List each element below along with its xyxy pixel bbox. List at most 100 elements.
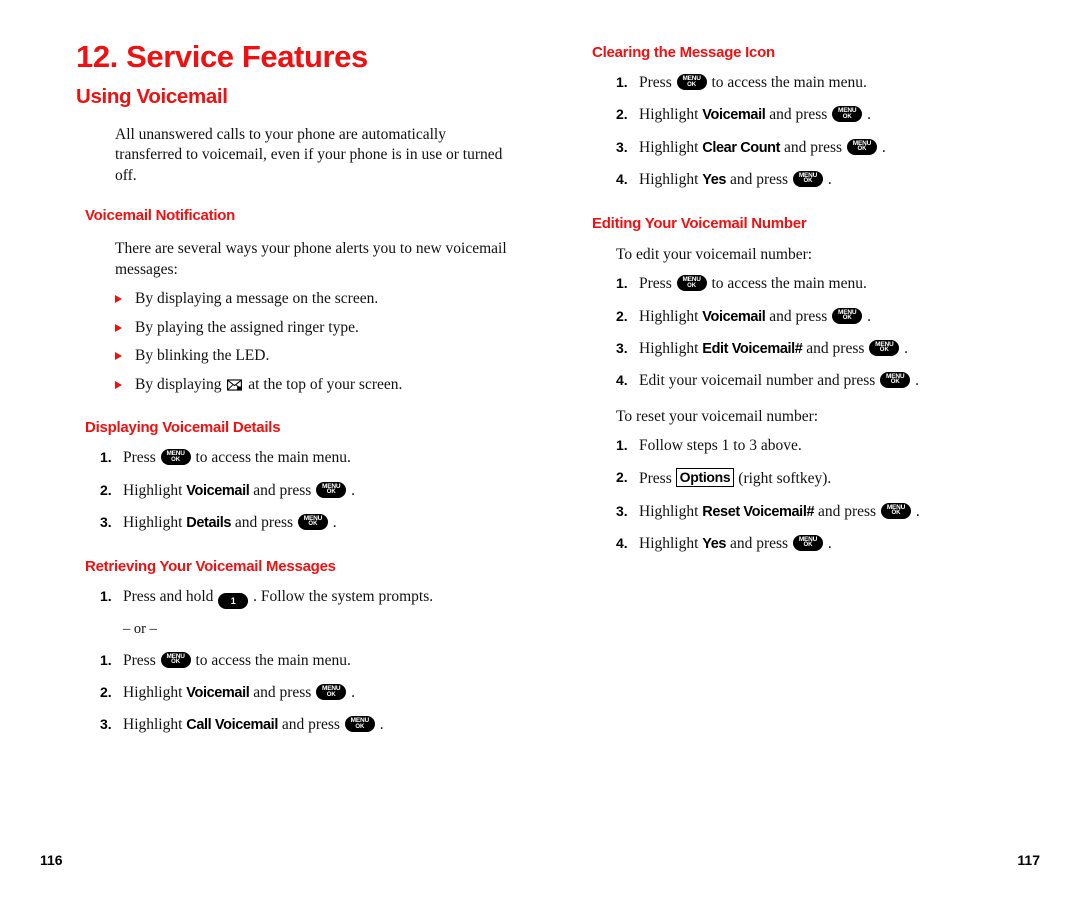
step-item: 3. Highlight Clear Count and press MENU … — [616, 138, 1042, 158]
menu-ok-key-icon: MENU OK — [316, 684, 347, 701]
subsection-heading-editing-voicemail-number: Editing Your Voicemail Number — [592, 214, 807, 232]
key-label-ok: OK — [308, 521, 318, 528]
arrow-bullet-icon — [115, 323, 122, 332]
step-number: 1. — [100, 449, 112, 466]
arrow-bullet-icon — [115, 294, 122, 303]
reset-intro-paragraph: To reset your voicemail number: — [616, 407, 819, 425]
step-text-suffix: . — [904, 339, 909, 357]
bullet-text: By displaying — [135, 376, 222, 394]
key-label-ok: OK — [842, 113, 852, 120]
step-text: Press — [639, 74, 672, 92]
list-item: By playing the assigned ringer type. — [115, 318, 536, 338]
step-item: 1. Press MENU OK to access the main menu… — [616, 274, 1042, 294]
step-number: 1. — [100, 651, 112, 668]
step-number: 2. — [616, 307, 628, 324]
menu-item-name: Voicemail — [186, 482, 250, 499]
step-number: 3. — [616, 339, 628, 356]
step-text: Highlight — [639, 502, 699, 520]
step-number: 3. — [100, 716, 112, 733]
subsection-heading-clearing-message-icon: Clearing the Message Icon — [592, 44, 775, 61]
step-text: Highlight — [639, 307, 699, 325]
step-item: 3. Highlight Details and press MENU OK . — [100, 513, 536, 533]
step-text: Highlight — [639, 138, 699, 156]
menu-ok-key-icon: MENU OK — [792, 534, 823, 551]
step-text-mid: and press — [253, 684, 312, 702]
menu-item-name: Details — [186, 514, 232, 531]
step-text: Highlight — [123, 716, 183, 734]
menu-item-name: Clear Count — [702, 139, 781, 156]
step-number: 3. — [616, 502, 628, 519]
menu-item-name: Voicemail — [702, 308, 766, 325]
subsection-heading-displaying-voicemail-details: Displaying Voicemail Details — [85, 419, 281, 437]
menu-ok-key-icon: MENU OK — [880, 502, 911, 519]
bullet-text-suffix: at the top of your screen. — [248, 376, 403, 394]
step-text-mid: and press — [729, 534, 789, 552]
step-number: 3. — [616, 138, 628, 155]
key-label-ok: OK — [890, 379, 900, 386]
step-number: 2. — [616, 469, 628, 486]
key-label-ok: OK — [803, 178, 813, 185]
step-item: 2. Highlight Voicemail and press MENU OK… — [616, 105, 1042, 125]
key-label-ok: OK — [857, 146, 867, 153]
page-title: 12. Service Features — [76, 39, 368, 74]
menu-ok-key-icon: MENU OK — [297, 513, 328, 530]
step-text-suffix: . Follow the system prompts. — [253, 588, 434, 606]
step-text-mid: and press — [806, 339, 865, 357]
step-text-suffix: . — [867, 106, 871, 124]
step-item: 4. Highlight Yes and press MENU OK . — [616, 534, 1042, 554]
menu-ok-key-icon: MENU OK — [316, 481, 347, 498]
envelope-icon — [227, 379, 243, 391]
notification-bullet-list: By displaying a message on the screen. B… — [76, 289, 536, 395]
step-text-suffix: . — [827, 534, 832, 552]
step-text: Edit your voicemail number and press — [639, 371, 876, 389]
step-number: 3. — [100, 513, 112, 530]
clearing-step-list: 1. Press MENU OK to access the main menu… — [592, 73, 1042, 190]
step-item: 1. Press MENU OK to access the main menu… — [616, 73, 1042, 93]
step-text-mid: and press — [234, 513, 294, 531]
step-number: 4. — [616, 170, 628, 187]
list-item: By displaying at the top of your screen. — [115, 375, 536, 395]
step-text-suffix: . — [351, 684, 355, 702]
step-number: 1. — [616, 74, 628, 91]
menu-ok-key-icon: MENU OK — [676, 275, 707, 292]
step-text: Press — [639, 275, 672, 293]
step-text-suffix: . — [351, 481, 355, 499]
step-text: Press — [123, 651, 156, 669]
step-text: Press — [123, 449, 156, 467]
notification-intro-paragraph: There are several ways your phone alerts… — [115, 240, 507, 278]
step-number: 4. — [616, 371, 628, 388]
step-text: Press and hold — [123, 588, 214, 606]
step-item: 1. Press MENU OK to access the main menu… — [100, 651, 536, 671]
menu-ok-key-icon: MENU OK — [880, 371, 911, 388]
retrieving-step-list: 1. Press and hold 1 . Follow the system … — [76, 587, 536, 735]
right-page-column: Clearing the Message Icon 1. Press MENU … — [592, 0, 1042, 554]
menu-item-name: Voicemail — [702, 107, 766, 124]
edit-step-list: 1. Press MENU OK to access the main menu… — [592, 274, 1042, 391]
page-number-left: 116 — [40, 852, 63, 868]
subsection-heading-voicemail-notification: Voicemail Notification — [85, 206, 236, 224]
key-label-ok: OK — [842, 315, 852, 321]
key-label-ok: OK — [687, 81, 697, 88]
step-text-suffix: . — [881, 138, 886, 156]
menu-item-name: Reset Voicemail# — [702, 503, 815, 520]
options-softkey-button[interactable]: Options — [675, 468, 735, 488]
arrow-bullet-icon — [115, 352, 122, 361]
step-text-suffix: (right softkey). — [738, 470, 832, 488]
step-text-suffix: to access the main menu. — [711, 275, 867, 293]
step-number: 1. — [616, 275, 628, 292]
step-number: 1. — [100, 588, 112, 605]
manual-page-spread: 12. Service Features Using Voicemail All… — [0, 0, 1080, 900]
bullet-text: By blinking the LED. — [135, 347, 270, 365]
step-text-mid: and press — [769, 307, 828, 325]
step-text: Highlight — [639, 534, 699, 552]
step-number: 2. — [616, 106, 628, 123]
step-item: 4. Highlight Yes and press MENU OK . — [616, 170, 1042, 190]
key-label-ok: OK — [891, 510, 901, 516]
displaying-details-step-list: 1. Press MENU OK to access the main menu… — [76, 448, 536, 532]
reset-step-list: 1. Follow steps 1 to 3 above. 2. Press O… — [592, 436, 1042, 554]
page-number-right: 117 — [1017, 852, 1040, 868]
step-text: Press — [639, 470, 672, 488]
step-text-mid: and press — [281, 716, 340, 734]
menu-ok-key-icon: MENU OK — [869, 339, 900, 356]
step-text: Highlight — [123, 481, 183, 499]
